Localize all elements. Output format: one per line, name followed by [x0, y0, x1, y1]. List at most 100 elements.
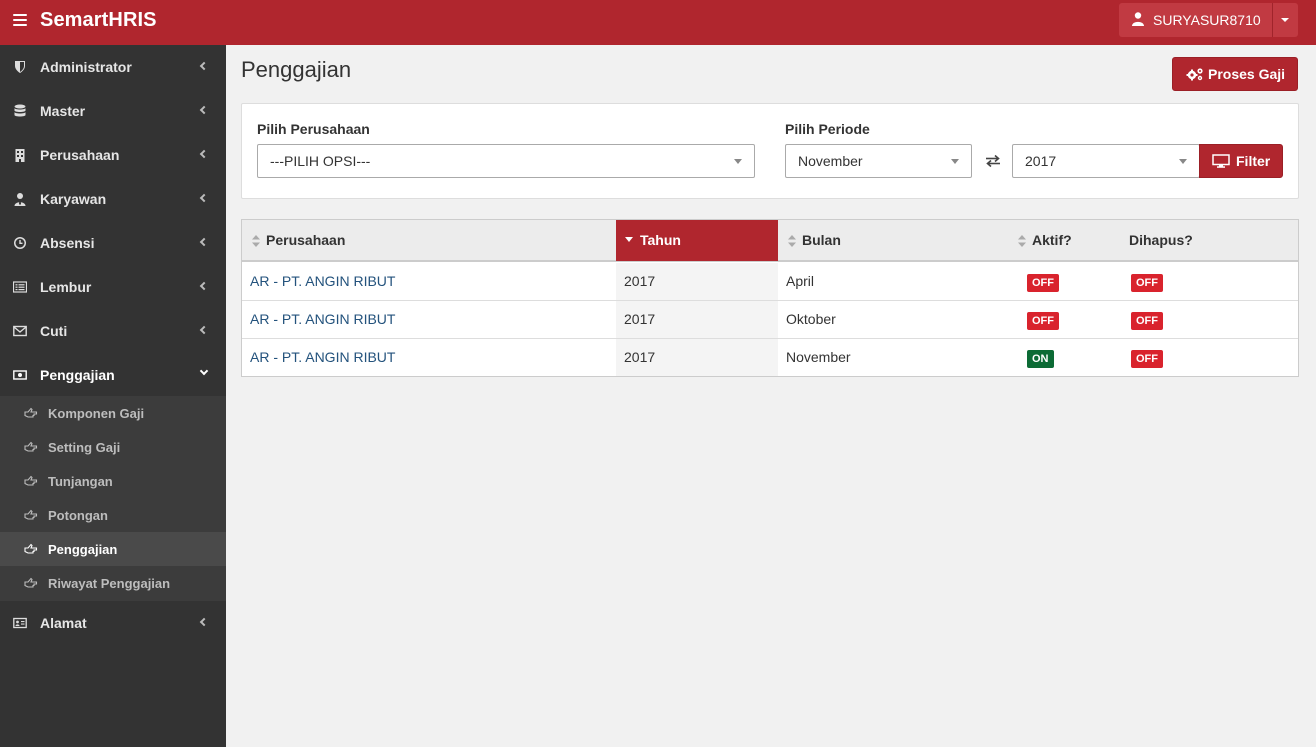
aktif-badge: OFF — [1027, 312, 1059, 330]
company-link[interactable]: AR - PT. ANGIN RIBUT — [250, 273, 395, 289]
submenu-item-tunjangan[interactable]: Tunjangan — [0, 464, 226, 498]
submenu-item-penggajian[interactable]: Penggajian — [0, 532, 226, 566]
money-icon — [13, 370, 27, 380]
sidebar-item-administrator[interactable]: Administrator — [0, 45, 226, 89]
sidebar-item-label: Lembur — [40, 279, 92, 295]
sidebar-item-lembur[interactable]: Lembur — [0, 265, 226, 309]
sidebar-item-label: Perusahaan — [40, 147, 120, 163]
hand-pointer-icon — [24, 509, 38, 520]
list-icon — [13, 281, 27, 293]
dropdown-arrow-icon — [1179, 159, 1187, 164]
sort-icon — [788, 235, 796, 247]
chevron-left-icon — [199, 105, 209, 115]
hand-pointer-icon — [24, 577, 38, 588]
cell-perusahaan: AR - PT. ANGIN RIBUT — [242, 301, 616, 338]
chevron-left-icon — [199, 61, 209, 71]
submenu-item-setting-gaji[interactable]: Setting Gaji — [0, 430, 226, 464]
sidebar-item-label: Alamat — [40, 615, 87, 631]
cell-text: April — [786, 273, 815, 289]
cogs-icon — [1186, 68, 1203, 81]
hand-pointer-icon — [24, 407, 38, 418]
user-tie-icon — [14, 193, 26, 206]
exchange-icon — [986, 154, 1000, 168]
filter-panel: Pilih Perusahaan ---PILIH OPSI--- Pilih … — [241, 103, 1299, 199]
sidebar-item-cuti[interactable]: Cuti — [0, 309, 226, 353]
table-row: AR - PT. ANGIN RIBUT 2017 November ON OF… — [242, 339, 1298, 377]
table-row: AR - PT. ANGIN RIBUT 2017 Oktober OFF OF… — [242, 301, 1298, 339]
sort-desc-icon — [625, 237, 633, 242]
th-tahun[interactable]: Tahun — [616, 220, 778, 261]
th-label: Perusahaan — [266, 232, 346, 248]
button-divider — [1272, 3, 1273, 37]
chevron-left-icon — [199, 617, 209, 627]
sidebar-item-label: Master — [40, 103, 86, 119]
chevron-left-icon — [199, 193, 209, 203]
submenu-item-label: Komponen Gaji — [48, 406, 145, 421]
th-aktif[interactable]: Aktif? — [1008, 220, 1120, 261]
clock-icon — [14, 237, 26, 249]
year-select[interactable]: 2017 — [1012, 144, 1200, 178]
company-select[interactable]: ---PILIH OPSI--- — [257, 144, 755, 178]
year-select-value: 2017 — [1025, 153, 1057, 169]
th-bulan[interactable]: Bulan — [778, 220, 1008, 261]
cell-perusahaan: AR - PT. ANGIN RIBUT — [242, 339, 616, 376]
user-icon — [1132, 12, 1144, 26]
cell-bulan: Oktober — [778, 301, 1008, 338]
submenu-item-komponen-gaji[interactable]: Komponen Gaji — [0, 396, 226, 430]
submenu-item-riwayat-penggajian[interactable]: Riwayat Penggajian — [0, 566, 226, 600]
cell-text: 2017 — [624, 349, 656, 365]
cell-tahun: 2017 — [616, 301, 778, 338]
chevron-left-icon — [199, 237, 209, 247]
aktif-badge: ON — [1027, 350, 1054, 368]
payroll-table: Perusahaan Tahun Bulan Aktif? Dihapus? A… — [241, 219, 1299, 377]
sidebar-item-absensi[interactable]: Absensi — [0, 221, 226, 265]
building-icon — [15, 149, 25, 162]
submenu-item-label: Penggajian — [48, 542, 118, 557]
company-link[interactable]: AR - PT. ANGIN RIBUT — [250, 311, 395, 327]
dropdown-arrow-icon — [734, 159, 742, 164]
brand-logo[interactable]: SemartHRIS — [40, 9, 157, 32]
th-label: Tahun — [640, 232, 681, 248]
sidebar-item-karyawan[interactable]: Karyawan — [0, 177, 226, 221]
cell-text: 2017 — [624, 273, 656, 289]
dihapus-badge: OFF — [1131, 350, 1163, 368]
cell-text: November — [786, 349, 851, 365]
sidebar-item-penggajian[interactable]: Penggajian — [0, 353, 226, 397]
submenu-item-potongan[interactable]: Potongan — [0, 498, 226, 532]
th-label: Dihapus? — [1129, 232, 1193, 248]
filter-button-label: Filter — [1236, 153, 1271, 169]
proses-gaji-button[interactable]: Proses Gaji — [1172, 57, 1298, 91]
menu-toggle-icon[interactable] — [13, 14, 27, 28]
th-dihapus[interactable]: Dihapus? — [1120, 220, 1298, 261]
sidebar-item-label: Absensi — [40, 235, 95, 251]
cell-text: 2017 — [624, 311, 656, 327]
chevron-left-icon — [199, 281, 209, 291]
caret-down-icon[interactable] — [1281, 18, 1289, 22]
sidebar-item-label: Penggajian — [40, 367, 115, 383]
hand-pointer-icon — [24, 475, 38, 486]
cell-perusahaan: AR - PT. ANGIN RIBUT — [242, 263, 616, 300]
period-label: Pilih Periode — [785, 121, 870, 137]
submenu-item-label: Setting Gaji — [48, 440, 121, 455]
sort-icon — [252, 235, 260, 247]
company-select-value: ---PILIH OPSI--- — [270, 153, 371, 169]
month-select[interactable]: November — [785, 144, 972, 178]
th-label: Aktif? — [1032, 232, 1072, 248]
sidebar-item-perusahaan[interactable]: Perusahaan — [0, 133, 226, 177]
sidebar-item-master[interactable]: Master — [0, 89, 226, 133]
aktif-badge: OFF — [1027, 274, 1059, 292]
company-label: Pilih Perusahaan — [257, 121, 370, 137]
proses-gaji-label: Proses Gaji — [1208, 66, 1286, 82]
company-link[interactable]: AR - PT. ANGIN RIBUT — [250, 349, 395, 365]
sidebar-item-alamat[interactable]: Alamat — [0, 601, 226, 645]
hand-pointer-icon — [24, 441, 38, 452]
user-menu-button[interactable]: SURYASUR8710 — [1119, 3, 1298, 37]
dropdown-arrow-icon — [951, 159, 959, 164]
submenu-item-label: Tunjangan — [48, 474, 113, 489]
th-label: Bulan — [802, 232, 841, 248]
envelope-icon — [13, 325, 27, 337]
sidebar-item-label: Cuti — [40, 323, 68, 339]
filter-button[interactable]: Filter — [1199, 144, 1283, 178]
submenu-item-label: Potongan — [48, 508, 108, 523]
th-perusahaan[interactable]: Perusahaan — [242, 220, 616, 261]
